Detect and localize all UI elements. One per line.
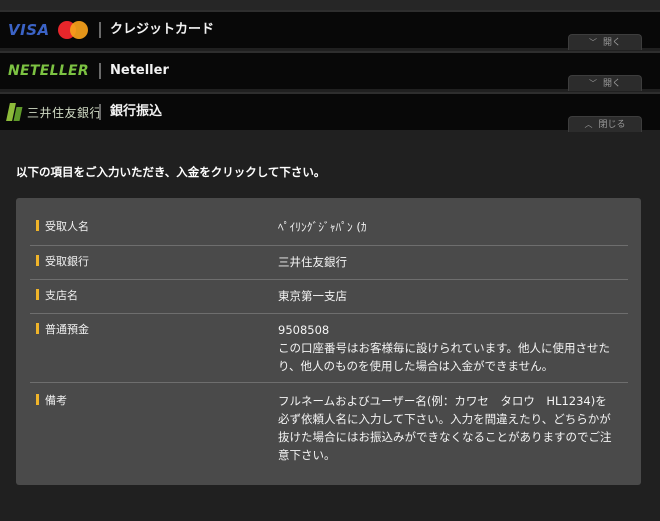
visa-logo: VISA xyxy=(8,21,50,39)
info-label: 普通預金 xyxy=(36,321,89,337)
info-value: ﾍﾟｲﾘﾝｸﾞｼﾞｬﾊﾟﾝ (ｶ xyxy=(278,218,618,236)
account-note: この口座番号はお客様毎に設けられています。他人に使用させたり、他人のものを使用し… xyxy=(278,341,611,373)
smbc-logo: 三井住友銀行 xyxy=(6,94,103,130)
branch-name: 東京第一支店 xyxy=(278,289,347,303)
payment-page: VISA クレジットカード ﹀ 開く NETELLER Neteller ﹀ 開く … xyxy=(0,0,660,521)
mastercard-icon xyxy=(57,21,88,39)
info-value: 三井住友銀行 xyxy=(278,253,618,271)
info-row-account: 普通預金 9508508 この口座番号はお客様毎に設けられています。他人に使用さ… xyxy=(30,321,628,383)
close-toggle-bank-transfer[interactable]: ︿ 閉じる xyxy=(568,116,642,132)
info-value: 東京第一支店 xyxy=(278,287,618,305)
account-number: 9508508 xyxy=(278,323,330,337)
instruction-text: 以下の項目をご入力いただき、入金をクリックして下さい。 xyxy=(16,165,326,179)
method-row-neteller[interactable]: NETELLER Neteller ﹀ 開く xyxy=(0,51,660,91)
info-value: 9508508 この口座番号はお客様毎に設けられています。他人に使用させたり、他… xyxy=(278,321,618,375)
smbc-logo-text: 三井住友銀行 xyxy=(27,105,103,120)
neteller-logo-text: NETELLER xyxy=(8,63,89,79)
info-label: 受取人名 xyxy=(36,218,89,234)
method-label-bank-transfer: 銀行振込 xyxy=(110,104,163,119)
method-label-credit-card: クレジットカード xyxy=(110,22,215,37)
smbc-mark-icon xyxy=(6,103,23,121)
neteller-logo: NETELLER xyxy=(8,53,89,89)
bank-info-panel: 受取人名 ﾍﾟｲﾘﾝｸﾞｼﾞｬﾊﾟﾝ (ｶ 受取銀行 三井住友銀行 支店名 東京… xyxy=(16,198,641,485)
chevron-down-icon: ﹀ xyxy=(588,38,597,47)
bank-name: 三井住友銀行 xyxy=(278,255,347,269)
info-value: フルネームおよびユーザー名(例：カワセ タロウ HL1234)を必ず依頼人名に入… xyxy=(278,392,618,464)
method-row-credit-card[interactable]: VISA クレジットカード ﹀ 開く xyxy=(0,10,660,50)
info-row-branch: 支店名 東京第一支店 xyxy=(30,287,628,314)
info-label: 支店名 xyxy=(36,287,78,303)
info-row-remarks: 備考 フルネームおよびユーザー名(例：カワセ タロウ HL1234)を必ず依頼人… xyxy=(30,392,628,472)
toggle-label: 開く xyxy=(602,79,621,89)
visa-mastercard-logo: VISA xyxy=(8,12,88,48)
divider xyxy=(99,22,101,38)
open-toggle-credit-card[interactable]: ﹀ 開く xyxy=(568,34,642,50)
method-label-neteller: Neteller xyxy=(110,63,169,78)
toggle-label: 閉じる xyxy=(598,120,626,130)
open-toggle-neteller[interactable]: ﹀ 開く xyxy=(568,75,642,91)
recipient-name: ﾍﾟｲﾘﾝｸﾞｼﾞｬﾊﾟﾝ (ｶ xyxy=(278,220,367,234)
divider xyxy=(99,104,101,120)
chevron-down-icon: ﹀ xyxy=(588,79,597,88)
method-row-bank-transfer[interactable]: 三井住友銀行 銀行振込 ︿ 閉じる xyxy=(0,92,660,132)
toggle-label: 開く xyxy=(602,38,621,48)
info-label: 受取銀行 xyxy=(36,253,89,269)
info-row-recipient: 受取人名 ﾍﾟｲﾘﾝｸﾞｼﾞｬﾊﾟﾝ (ｶ xyxy=(30,218,628,246)
remarks-text: フルネームおよびユーザー名(例：カワセ タロウ HL1234)を必ず依頼人名に入… xyxy=(278,394,612,462)
chevron-up-icon: ︿ xyxy=(584,120,593,129)
info-label: 備考 xyxy=(36,392,67,408)
info-row-bank: 受取銀行 三井住友銀行 xyxy=(30,253,628,280)
divider xyxy=(99,63,101,79)
